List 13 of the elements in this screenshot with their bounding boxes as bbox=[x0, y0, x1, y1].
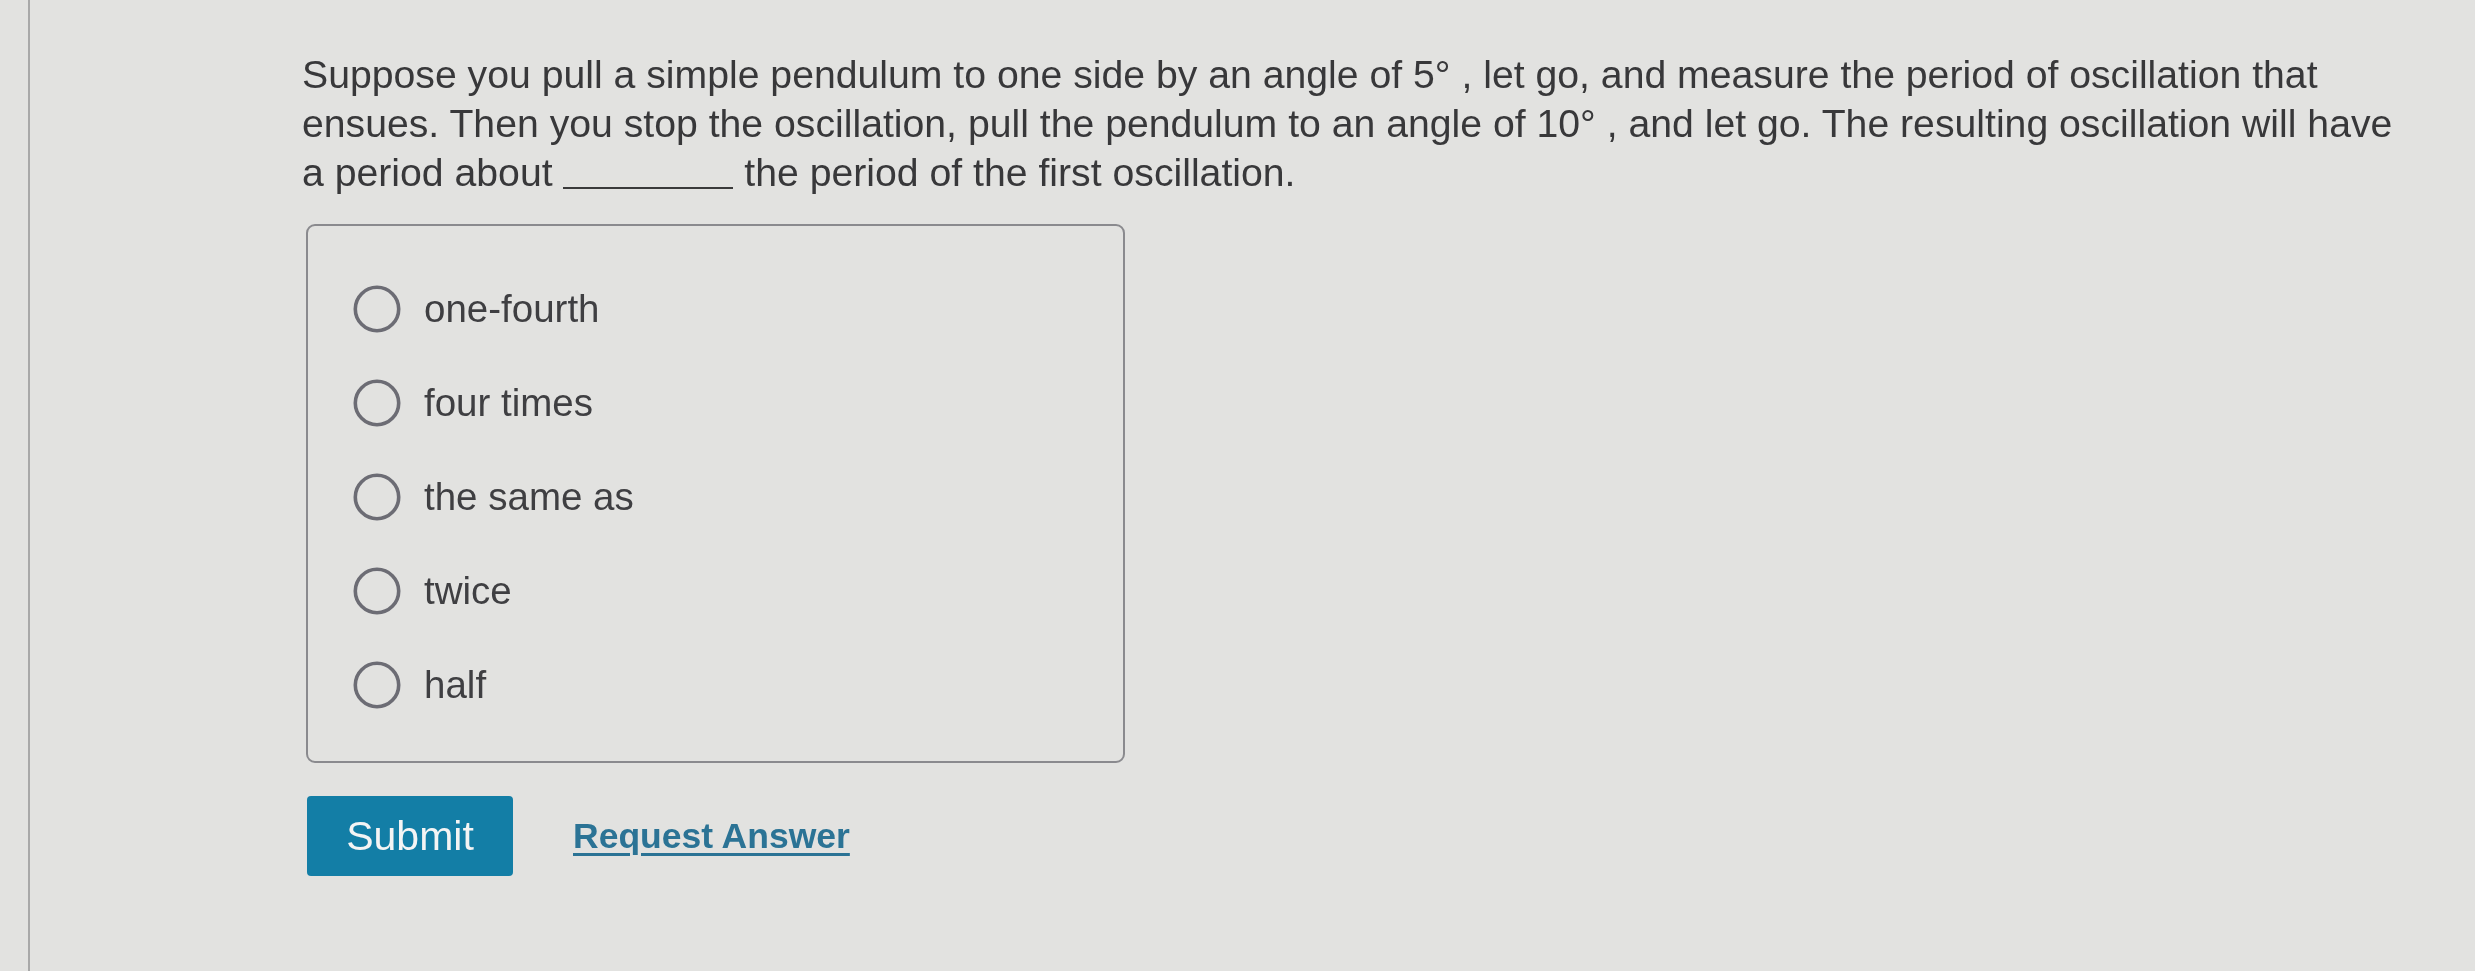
request-answer-link[interactable]: Request Answer bbox=[573, 815, 850, 857]
option-label[interactable]: half bbox=[424, 663, 487, 707]
option-label[interactable]: one-fourth bbox=[424, 287, 600, 331]
question-text: Suppose you pull a simple pendulum to one side by an angle of 5° , let go, and measure the period of oscillation that ensues. Then you stop the oscillation, pull the pendulum to an angle of 10° , and let go. The resulting oscillation will have a period about the period of the first oscillation. bbox=[302, 52, 2394, 196]
radio-button[interactable] bbox=[353, 567, 401, 615]
option-label[interactable]: four times bbox=[424, 381, 594, 425]
radio-button[interactable] bbox=[353, 379, 401, 427]
radio-button[interactable] bbox=[353, 473, 401, 521]
radio-button[interactable] bbox=[353, 285, 401, 333]
radio-button[interactable] bbox=[353, 661, 401, 709]
option-label[interactable]: the same as bbox=[424, 475, 634, 519]
submit-button[interactable]: Submit bbox=[307, 796, 513, 876]
option-label[interactable]: twice bbox=[424, 569, 512, 613]
